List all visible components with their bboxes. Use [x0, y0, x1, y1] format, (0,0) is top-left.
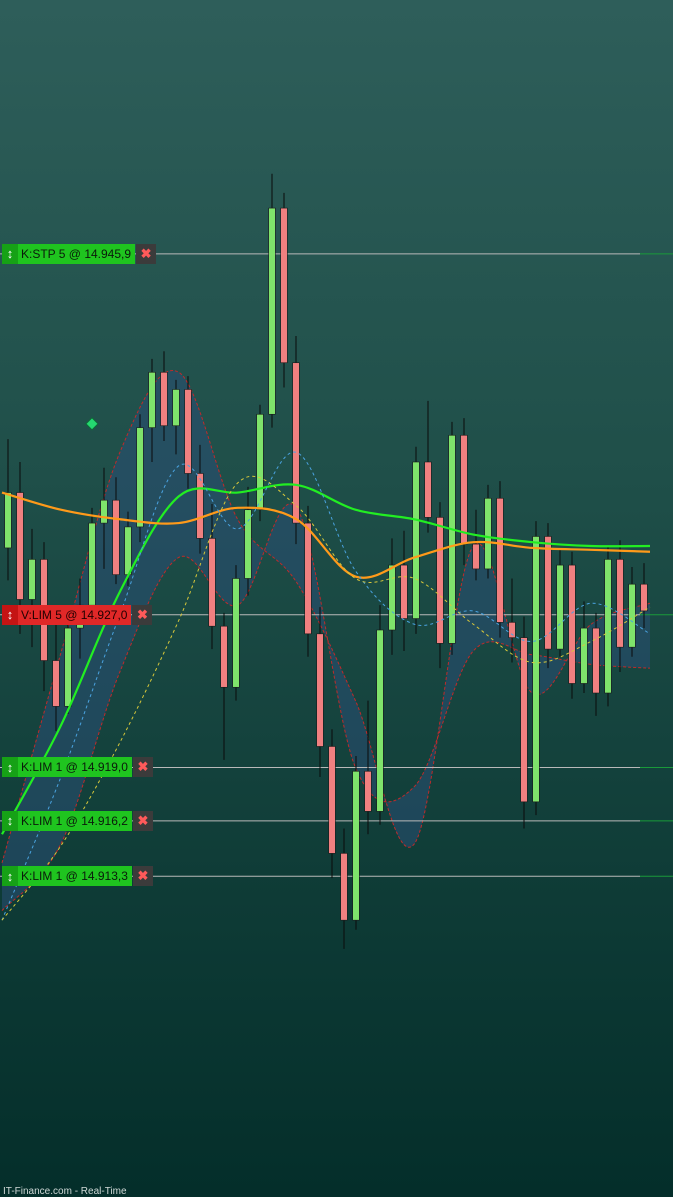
candle-body [556, 564, 564, 650]
candle-body [376, 629, 384, 812]
candle-body [16, 492, 24, 600]
candle-body [616, 559, 624, 648]
candle-body [364, 770, 372, 812]
candle-body [328, 746, 336, 854]
candle-body [232, 578, 240, 688]
candle-body [256, 413, 264, 511]
candle-body [124, 526, 132, 575]
order-tag-3[interactable]: ↕ K:LIM 1 @ 14.919,0 ✖ [2, 757, 153, 778]
candle-body [496, 497, 504, 623]
candle-body [436, 517, 444, 644]
candle-body [172, 389, 180, 427]
candle-body [160, 371, 168, 427]
candle-body [532, 536, 540, 803]
candle-body [640, 583, 648, 612]
candle-body [100, 499, 108, 524]
double-arrow-icon[interactable]: ↕ [2, 604, 18, 625]
close-x-icon[interactable]: ✖ [136, 243, 157, 264]
candle-body [484, 497, 492, 570]
candle-body [580, 627, 588, 684]
order-tag-2[interactable]: ↕ V:LIM 5 @ 14.927,0 ✖ [2, 604, 153, 625]
candle-body [196, 473, 204, 539]
candle-body [148, 371, 156, 428]
candle-body [388, 564, 396, 631]
candle-body [268, 207, 276, 415]
candle-body [568, 564, 576, 684]
candle-body [472, 543, 480, 570]
candle-body [304, 522, 312, 635]
price-chart[interactable] [0, 0, 673, 1197]
order-label[interactable]: K:LIM 1 @ 14.919,0 [18, 757, 132, 778]
candle-body [424, 461, 432, 518]
candle-body [52, 660, 60, 707]
close-x-icon[interactable]: ✖ [132, 866, 153, 887]
candle-body [28, 559, 36, 600]
candle-body [136, 427, 144, 528]
candle-body [220, 625, 228, 688]
candle-body [628, 583, 636, 648]
double-arrow-icon[interactable]: ↕ [2, 757, 18, 778]
close-x-icon[interactable]: ✖ [132, 604, 153, 625]
candle-body [448, 434, 456, 644]
candle-body [64, 627, 72, 707]
order-tag-1[interactable]: ↕ K:STP 5 @ 14.945,9 ✖ [2, 243, 157, 264]
candle-body [112, 499, 120, 575]
candle-body [460, 434, 468, 545]
signal-diamond-marker [85, 417, 99, 431]
double-arrow-icon[interactable]: ↕ [2, 866, 18, 887]
order-tag-4[interactable]: ↕ K:LIM 1 @ 14.916,2 ✖ [2, 810, 153, 831]
candle-body [604, 559, 612, 694]
order-label[interactable]: K:STP 5 @ 14.945,9 [18, 243, 136, 264]
candle-body [292, 362, 300, 524]
candle-body [340, 853, 348, 921]
candle-body [184, 389, 192, 474]
candle-body [592, 627, 600, 694]
close-x-icon[interactable]: ✖ [132, 810, 153, 831]
order-tag-5[interactable]: ↕ K:LIM 1 @ 14.913,3 ✖ [2, 866, 153, 887]
candle-body [352, 770, 360, 921]
candle-body [412, 461, 420, 619]
double-arrow-icon[interactable]: ↕ [2, 810, 18, 831]
close-x-icon[interactable]: ✖ [132, 757, 153, 778]
order-label[interactable]: V:LIM 5 @ 14.927,0 [18, 604, 132, 625]
data-source-label: IT-Finance.com - Real-Time [3, 1186, 127, 1197]
candle-body [88, 522, 96, 606]
chart-area[interactable]: ↕ K:STP 5 @ 14.945,9 ✖ ↕ V:LIM 5 @ 14.927,0 ✖… [0, 0, 673, 1197]
candle-body [280, 207, 288, 364]
candle-body [208, 538, 216, 627]
order-label[interactable]: K:LIM 1 @ 14.916,2 [18, 810, 132, 831]
candle-body [508, 622, 516, 638]
candle-body [520, 637, 528, 803]
candle-body [400, 564, 408, 619]
double-arrow-icon[interactable]: ↕ [2, 243, 18, 264]
order-label[interactable]: K:LIM 1 @ 14.913,3 [18, 866, 132, 887]
candle-body [316, 633, 324, 747]
candle-body [244, 509, 252, 579]
candle-body [4, 492, 12, 549]
